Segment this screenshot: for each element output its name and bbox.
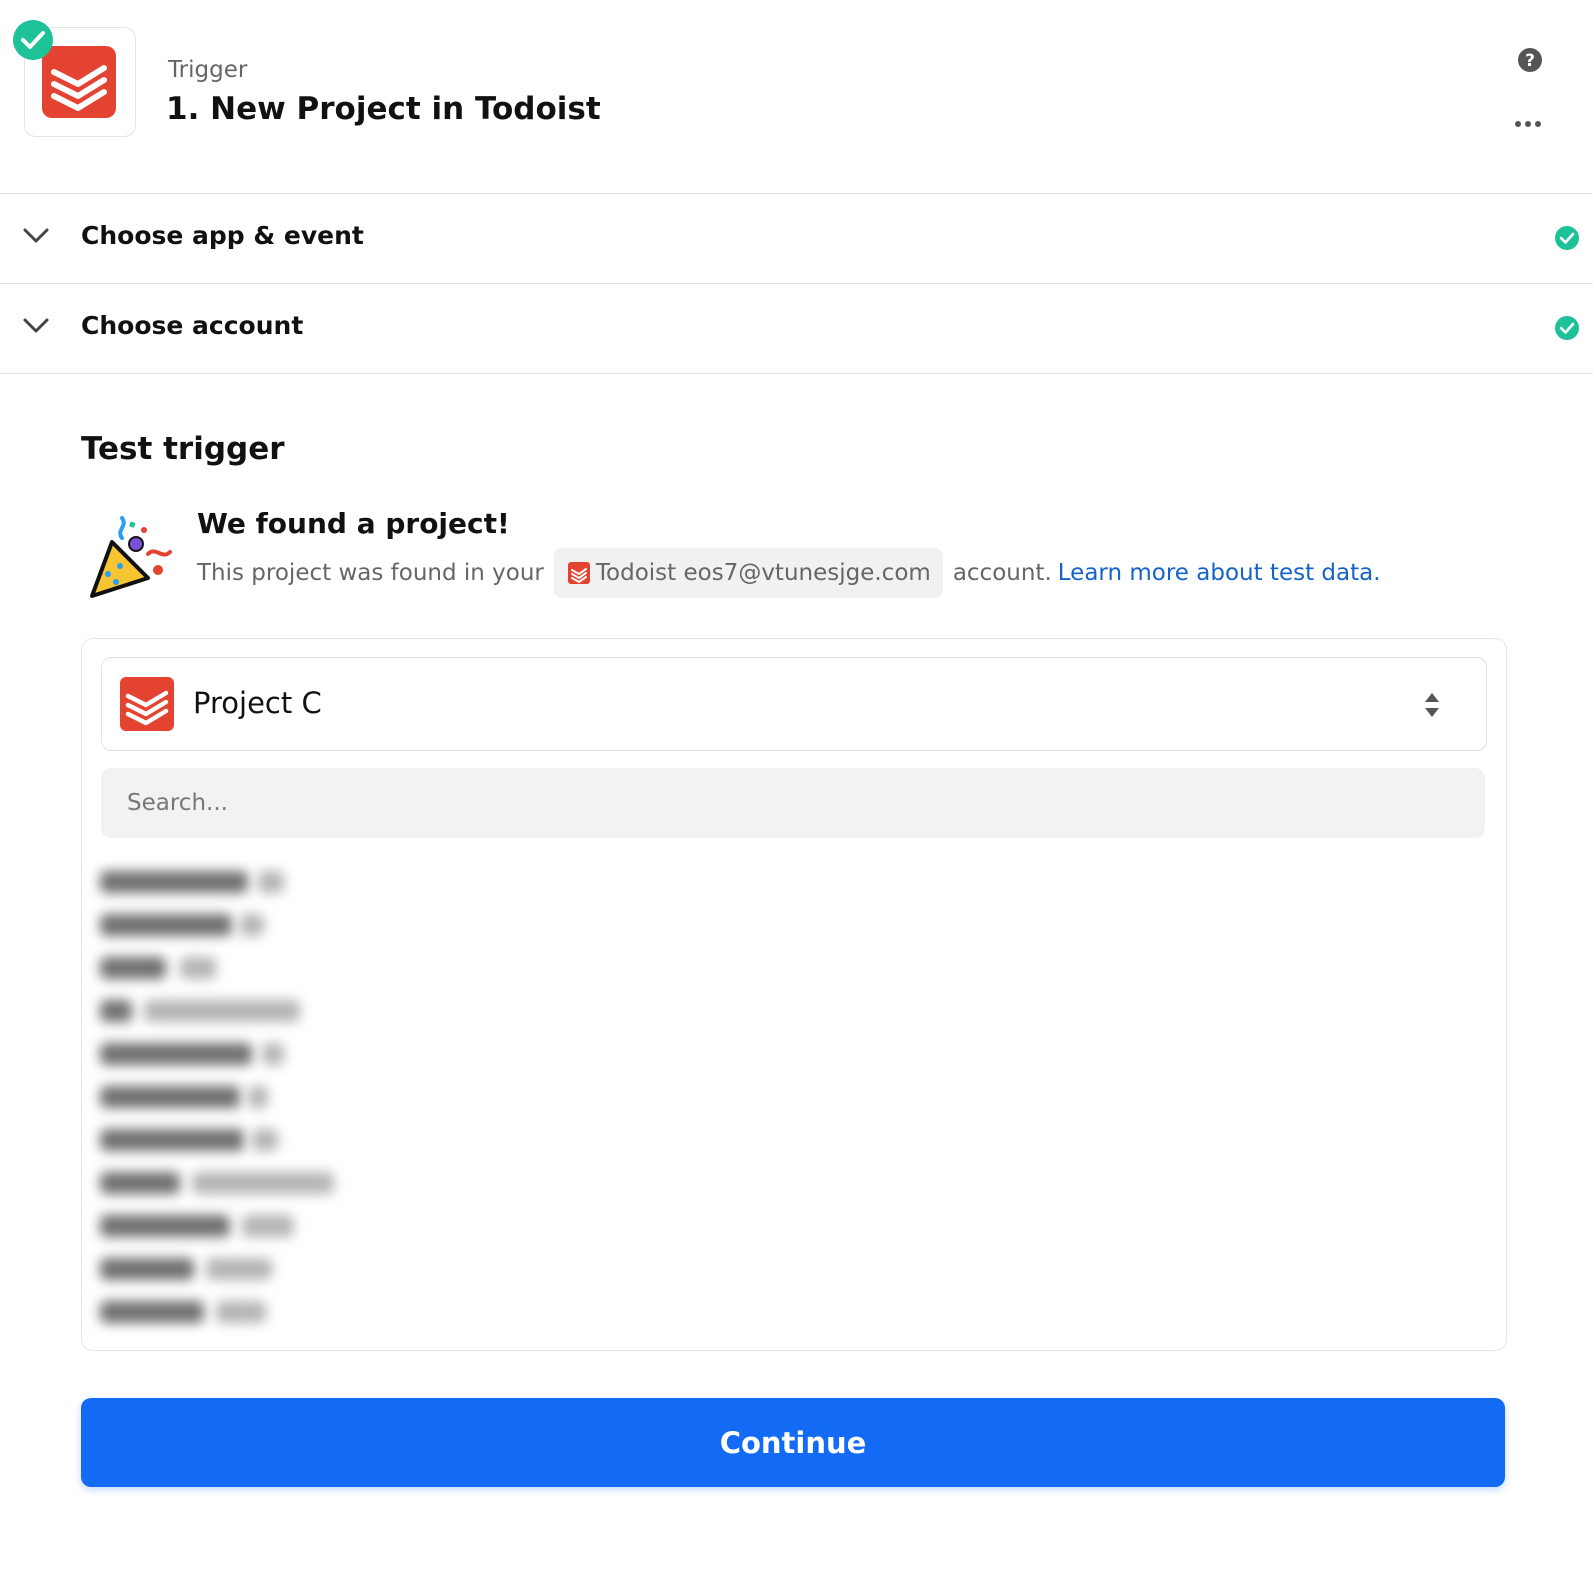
party-popper-icon bbox=[90, 516, 172, 598]
chevron-down-icon bbox=[23, 228, 49, 243]
accordion-label: Choose account bbox=[81, 311, 304, 340]
search-input[interactable] bbox=[101, 768, 1485, 838]
list-item[interactable] bbox=[100, 1033, 500, 1076]
todoist-logo-icon bbox=[120, 677, 174, 731]
step-type-label: Trigger bbox=[168, 57, 248, 83]
list-item[interactable] bbox=[100, 947, 500, 990]
list-item[interactable] bbox=[100, 1248, 500, 1291]
blurred-project-list bbox=[100, 861, 500, 1334]
accordion-label: Choose app & event bbox=[81, 221, 364, 250]
account-chip: Todoist eos7@vtunesjge.com bbox=[553, 548, 943, 598]
list-item[interactable] bbox=[100, 1076, 500, 1119]
account-chip-label: Todoist eos7@vtunesjge.com bbox=[595, 560, 931, 586]
found-text-after: account. bbox=[952, 560, 1052, 586]
section-title: Test trigger bbox=[81, 431, 285, 467]
check-circle-icon bbox=[1555, 226, 1579, 250]
accordion-choose-app-event[interactable]: Choose app & event bbox=[0, 194, 1593, 284]
list-item[interactable] bbox=[100, 1205, 500, 1248]
list-item[interactable] bbox=[100, 990, 500, 1033]
step-header: Trigger 1. New Project in Todoist ? bbox=[0, 0, 1593, 194]
found-title: We found a project! bbox=[197, 507, 510, 540]
more-options-icon[interactable] bbox=[1514, 118, 1542, 130]
selected-project: Project C bbox=[193, 686, 322, 720]
chevron-down-icon bbox=[23, 318, 49, 333]
step-title: 1. New Project in Todoist bbox=[166, 91, 601, 127]
list-item[interactable] bbox=[100, 1162, 500, 1205]
check-circle-icon bbox=[1555, 316, 1579, 340]
learn-more-link[interactable]: Learn more about test data. bbox=[1058, 560, 1381, 586]
list-item[interactable] bbox=[100, 1291, 500, 1334]
found-text-before: This project was found in your bbox=[197, 560, 544, 586]
continue-button[interactable]: Continue bbox=[81, 1398, 1505, 1487]
project-select-dropdown[interactable]: Project C bbox=[101, 657, 1487, 751]
accordion-choose-account[interactable]: Choose account bbox=[0, 284, 1593, 374]
help-icon[interactable]: ? bbox=[1517, 47, 1543, 73]
project-select-card: Project C bbox=[81, 638, 1507, 1351]
todoist-logo-icon bbox=[567, 562, 590, 584]
list-item[interactable] bbox=[100, 1119, 500, 1162]
sort-arrows-icon bbox=[1425, 693, 1439, 717]
list-item[interactable] bbox=[100, 904, 500, 947]
list-item[interactable] bbox=[100, 861, 500, 904]
svg-text:?: ? bbox=[1525, 51, 1535, 71]
found-description: This project was found in your Todoist e… bbox=[197, 548, 1381, 598]
step-complete-check-icon bbox=[13, 20, 53, 60]
